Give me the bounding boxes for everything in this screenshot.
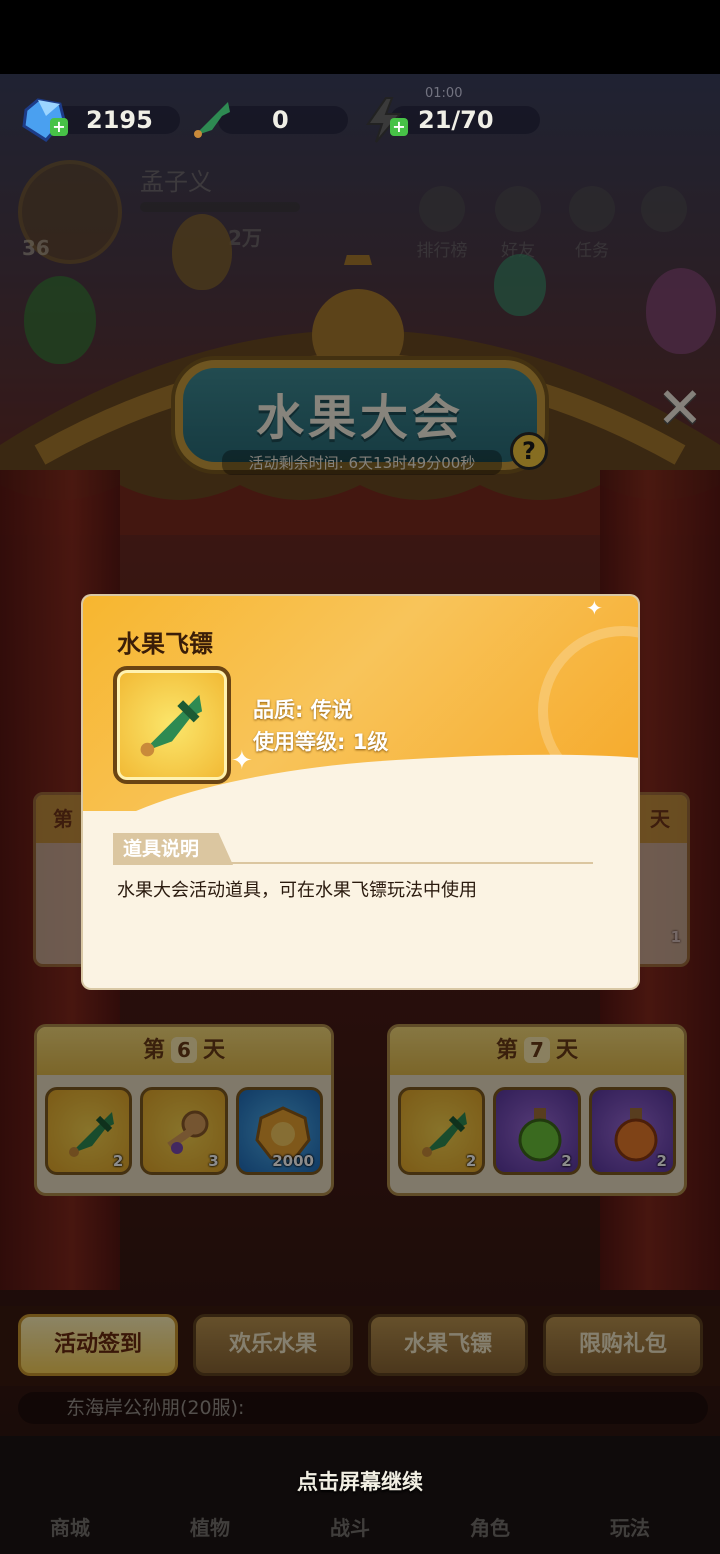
dart-icon <box>194 102 230 138</box>
add-gems-icon[interactable]: + <box>50 118 68 136</box>
sparkle-icon: ✦ <box>231 746 253 776</box>
dart-icon <box>140 694 203 757</box>
tap-to-continue[interactable]: 点击屏幕继续 <box>0 1466 720 1496</box>
item-level: 使用等级: 1级 <box>253 730 389 754</box>
item-detail-popup[interactable]: ✦ 水果飞镖 ✦ 品质: 传说 使用等级: 1级 道具说明 水果大会活动道具，可… <box>83 596 638 988</box>
add-energy-icon[interactable]: + <box>390 118 408 136</box>
sparkle-icon: ✦ <box>586 596 603 620</box>
energy-timer: 01:00 <box>425 86 463 101</box>
resource-bar: + 2195 0 + 21/70 <box>20 92 700 148</box>
item-name: 水果飞镖 <box>117 630 213 658</box>
item-icon-frame <box>113 666 231 784</box>
description-header: 道具说明 <box>113 833 233 865</box>
description-text: 水果大会活动道具，可在水果飞镖玩法中使用 <box>117 880 477 901</box>
gem-counter[interactable]: + 2195 <box>20 92 180 148</box>
item-quality: 品质: 传说 <box>253 698 353 722</box>
dart-counter[interactable]: 0 <box>188 92 348 148</box>
description-divider <box>113 862 593 864</box>
